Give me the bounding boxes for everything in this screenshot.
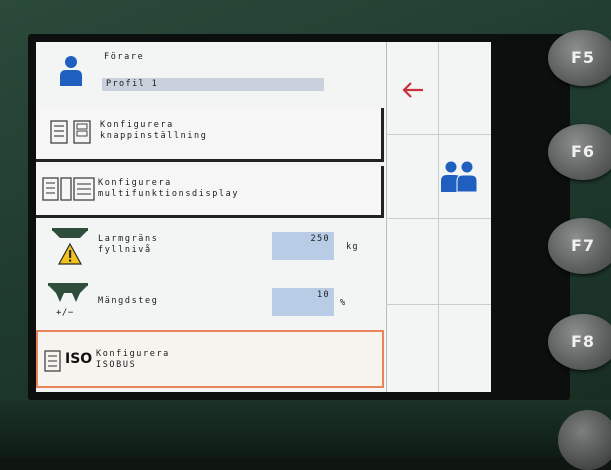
display-screen: Förare Profil 1 Konfigurera knappinställ… — [36, 42, 491, 392]
multidisplay-config-line1: Konfigurera — [98, 178, 172, 188]
quantity-step-unit: % — [340, 298, 347, 308]
multidisplay-config-line2: multifunktionsdisplay — [98, 189, 240, 199]
hopper-warning-icon — [52, 228, 88, 265]
quantity-step-value-field[interactable]: 10 — [272, 288, 334, 316]
keypad-config-line2: knappinställning — [100, 131, 208, 141]
driver-profile-row: Förare Profil 1 — [36, 42, 384, 102]
configure-isobus-button[interactable]: ISO Konfigurera ISOBUS — [36, 330, 384, 388]
hopper-step-icon — [48, 283, 88, 302]
user-icon — [60, 56, 82, 86]
f6-key[interactable]: F6 — [548, 124, 611, 180]
alarm-fill-row: Larmgräns fyllnivå 250 kg — [36, 222, 384, 274]
isobus-config-line1: Konfigurera — [96, 349, 170, 359]
users-icon — [441, 161, 477, 192]
softkey-column — [386, 42, 491, 392]
softkey-slot-3[interactable] — [439, 219, 491, 304]
quantity-step-label: Mängdsteg — [98, 296, 159, 306]
keypad-config-line1: Konfigurera — [100, 120, 174, 130]
extra-hardware-key[interactable] — [558, 410, 611, 470]
alarm-fill-value-field[interactable]: 250 — [272, 232, 334, 260]
keypad-config-icon — [50, 120, 91, 144]
alarm-fill-line2: fyllnivå — [98, 245, 152, 255]
quantity-step-icon-text: +/− — [56, 308, 74, 318]
profiles-softkey[interactable] — [439, 135, 491, 218]
terminal-bezel-bottom — [0, 400, 611, 457]
configure-keypad-button[interactable]: Konfigurera knappinställning — [36, 108, 384, 162]
arrow-left-icon — [402, 82, 423, 98]
isobus-config-line2: ISOBUS — [96, 360, 137, 370]
multidisplay-config-icon — [42, 177, 95, 201]
f7-key[interactable]: F7 — [548, 218, 611, 274]
driver-label: Förare — [104, 52, 145, 62]
quantity-step-row: +/− Mängdsteg 10 % — [36, 278, 384, 328]
alarm-fill-unit: kg — [346, 242, 359, 252]
f8-key[interactable]: F8 — [548, 314, 611, 370]
softkey-slot-4[interactable] — [439, 305, 491, 392]
configure-multidisplay-button[interactable]: Konfigurera multifunktionsdisplay — [36, 166, 384, 218]
back-softkey[interactable] — [387, 42, 438, 134]
alarm-fill-line1: Larmgräns — [98, 234, 159, 244]
f5-key[interactable]: F5 — [548, 30, 611, 86]
profile-field[interactable]: Profil 1 — [102, 78, 324, 91]
iso-badge: ISO — [65, 351, 93, 367]
isobus-config-icon — [44, 350, 61, 372]
